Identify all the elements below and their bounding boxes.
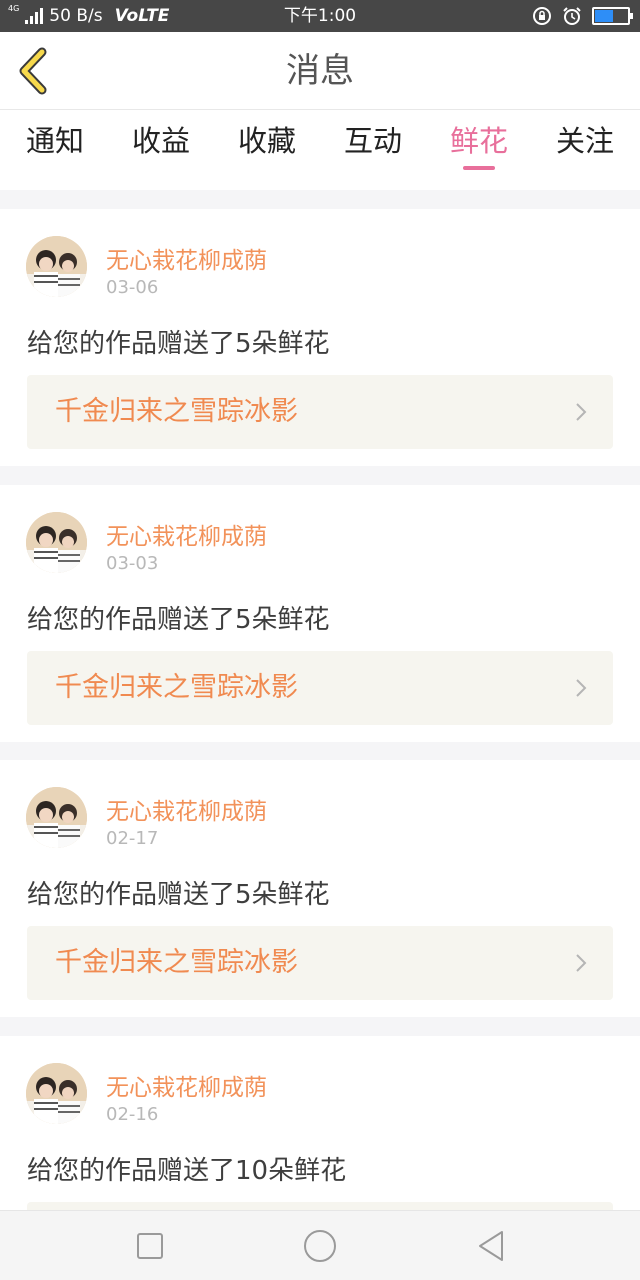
avatar[interactable] (26, 236, 87, 297)
chevron-right-icon (576, 679, 587, 697)
active-tab-indicator (463, 166, 495, 170)
chevron-right-icon (576, 954, 587, 972)
work-title: 千金归来之雪踪冰影 (55, 672, 298, 703)
tab-flowers[interactable]: 鲜花 (429, 110, 529, 190)
rotation-lock-icon (533, 7, 551, 25)
message-text: 给您的作品赠送了5朵鲜花 (27, 329, 330, 359)
message-text: 给您的作品赠送了5朵鲜花 (27, 605, 330, 635)
username[interactable]: 无心栽花柳成荫 (106, 517, 267, 551)
message-text: 给您的作品赠送了5朵鲜花 (27, 880, 330, 910)
message-date: 03-03 (106, 553, 159, 574)
message-card: 无心栽花柳成荫 03-03 给您的作品赠送了5朵鲜花 千金归来之雪踪冰影 (0, 485, 640, 742)
avatar[interactable] (26, 512, 87, 573)
tab-earnings[interactable]: 收益 (111, 110, 211, 190)
message-date: 02-17 (106, 828, 159, 849)
username[interactable]: 无心栽花柳成荫 (106, 241, 267, 275)
username[interactable]: 无心栽花柳成荫 (106, 792, 267, 826)
work-link[interactable]: 千金归来之雪踪冰影 (27, 926, 613, 1000)
system-nav-bar (0, 1210, 640, 1280)
message-date: 02-16 (106, 1104, 159, 1125)
work-link[interactable]: 千金归来之雪踪冰影 (27, 375, 613, 449)
work-title: 千金归来之雪踪冰影 (55, 396, 298, 427)
tab-follow[interactable]: 关注 (535, 110, 635, 190)
tab-notification[interactable]: 通知 (5, 110, 105, 190)
avatar[interactable] (26, 1063, 87, 1124)
page: 4G 50 B/s VoLTE 下午1:00 消息 通知 收益 收藏 互动 鲜花… (0, 0, 640, 1280)
square-icon[interactable] (132, 1228, 168, 1264)
tab-favorites[interactable]: 收藏 (217, 110, 317, 190)
battery-icon (592, 7, 633, 25)
battery-level (595, 10, 613, 22)
work-title: 千金归来之雪踪冰影 (55, 947, 298, 978)
tab-interaction[interactable]: 互动 (323, 110, 423, 190)
message-card: 无心栽花柳成荫 02-16 给您的作品赠送了10朵鲜花 (0, 1036, 640, 1210)
status-bar: 4G 50 B/s VoLTE 下午1:00 (0, 0, 640, 32)
message-list[interactable]: 无心栽花柳成荫 03-06 给您的作品赠送了5朵鲜花 千金归来之雪踪冰影 无心栽… (0, 190, 640, 1210)
tab-bar: 通知 收益 收藏 互动 鲜花 关注 (0, 110, 640, 190)
chevron-left-icon[interactable] (14, 46, 54, 96)
username[interactable]: 无心栽花柳成荫 (106, 1068, 267, 1102)
message-card: 无心栽花柳成荫 03-06 给您的作品赠送了5朵鲜花 千金归来之雪踪冰影 (0, 209, 640, 466)
status-right (532, 0, 633, 32)
triangle-back-icon[interactable] (474, 1228, 510, 1264)
work-link[interactable] (27, 1202, 613, 1210)
message-date: 03-06 (106, 277, 159, 298)
header: 消息 (0, 32, 640, 110)
chevron-right-icon (576, 403, 587, 421)
avatar[interactable] (26, 787, 87, 848)
tab-flowers-label: 鲜花 (449, 124, 508, 158)
page-title: 消息 (286, 51, 354, 91)
work-link[interactable]: 千金归来之雪踪冰影 (27, 651, 613, 725)
message-card: 无心栽花柳成荫 02-17 给您的作品赠送了5朵鲜花 千金归来之雪踪冰影 (0, 760, 640, 1017)
message-text: 给您的作品赠送了10朵鲜花 (27, 1156, 347, 1186)
alarm-icon (563, 7, 581, 25)
circle-icon[interactable] (302, 1228, 338, 1264)
